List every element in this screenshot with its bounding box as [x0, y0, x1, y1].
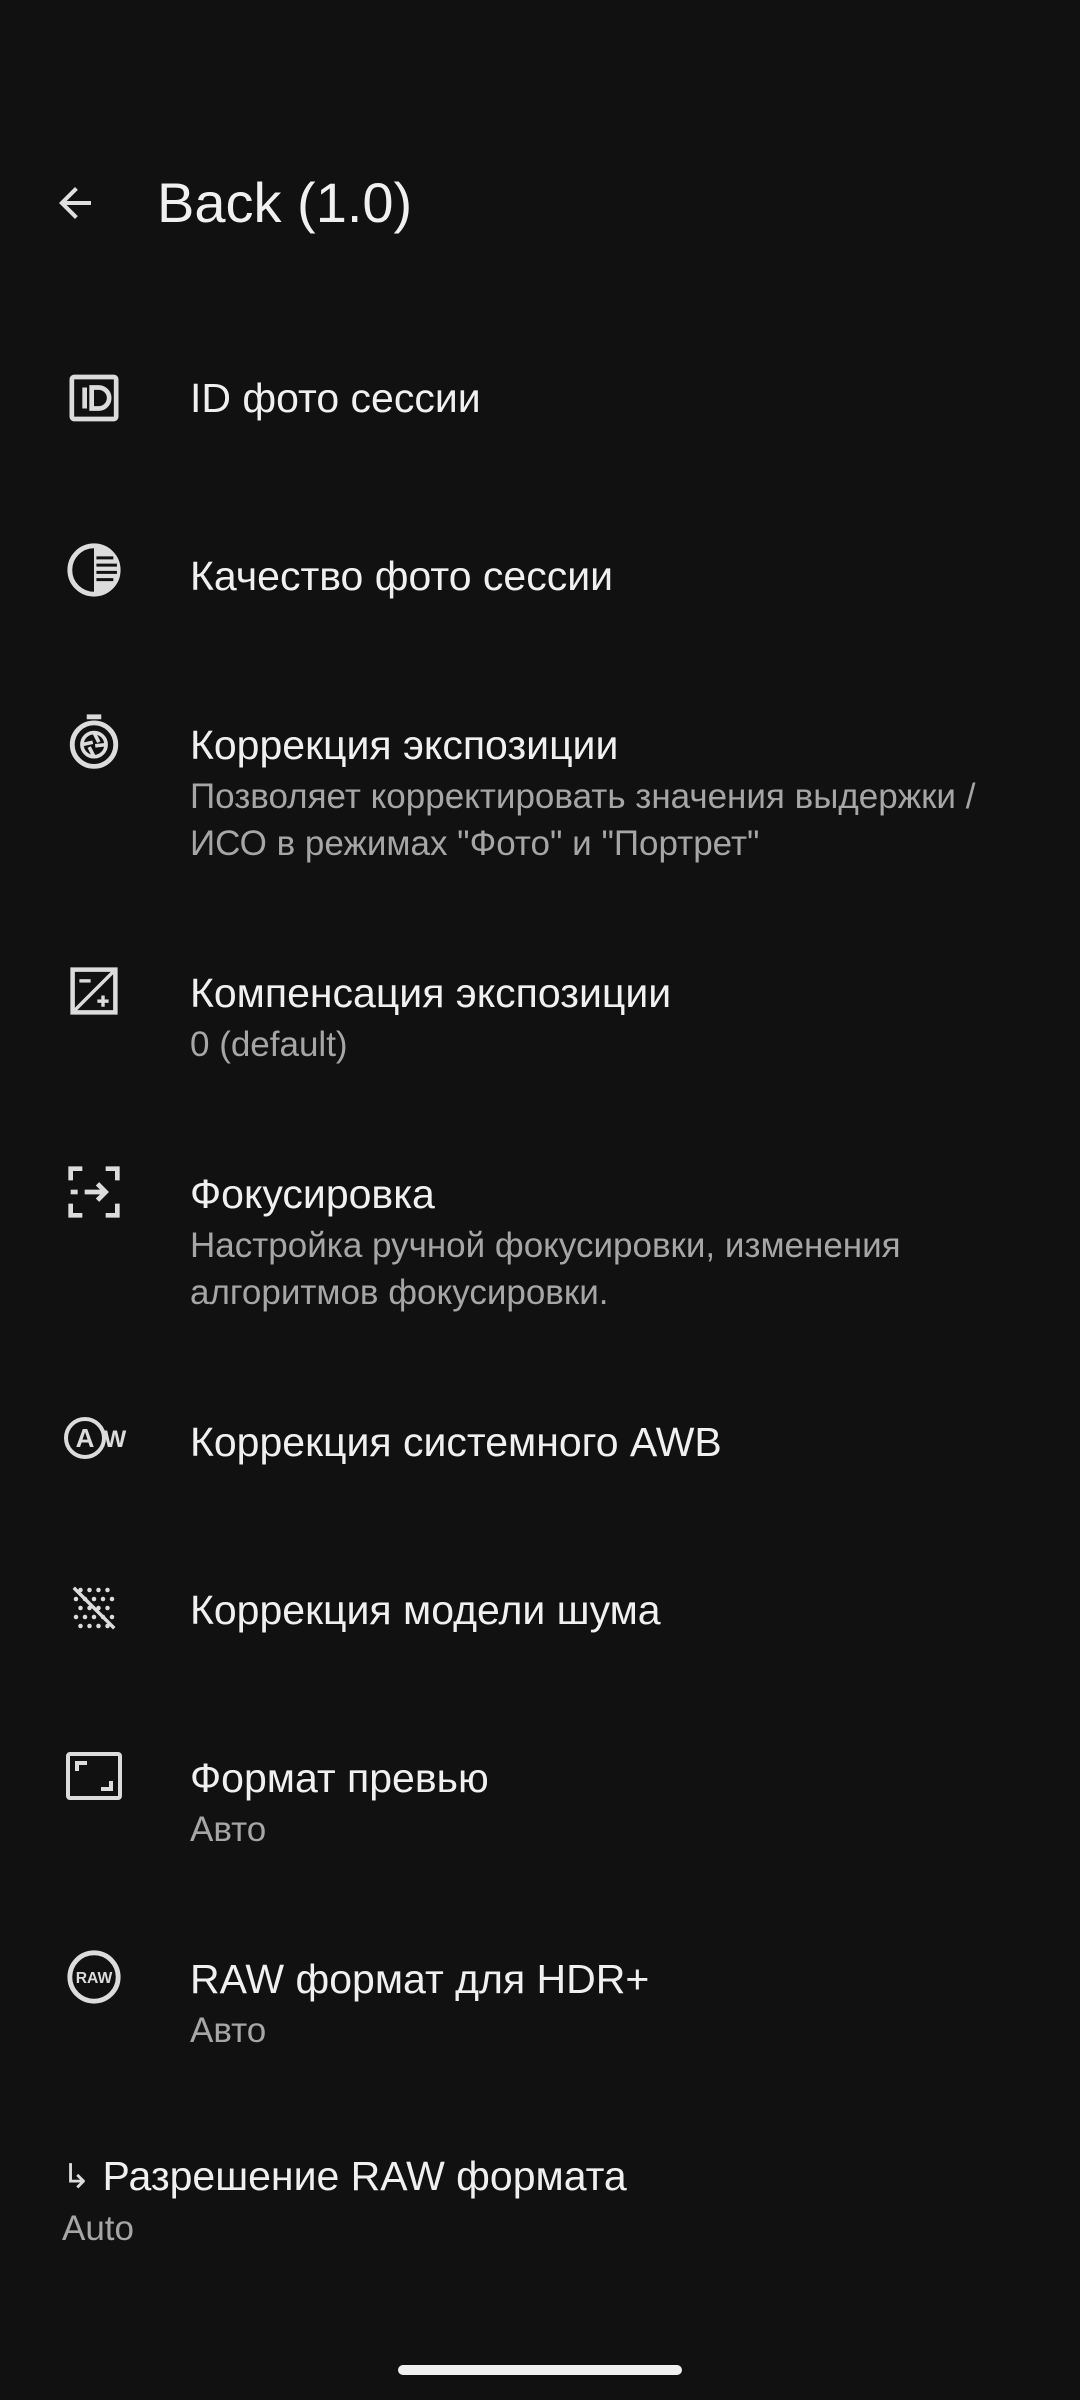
setting-label: Коррекция системного AWB [190, 1419, 722, 1465]
app-bar: Back (1.0) [0, 140, 1080, 270]
setting-summary: 0 (default) [190, 1025, 348, 1064]
svg-text:W: W [104, 1426, 127, 1453]
setting-label: Компенсация экспозиции [190, 970, 672, 1016]
setting-summary: Auto [62, 2209, 134, 2248]
setting-label: Фокусировка [190, 1171, 435, 1217]
back-button[interactable] [40, 168, 110, 238]
svg-text:RAW: RAW [76, 1970, 113, 1987]
awb-icon: A W [58, 1402, 138, 1474]
setting-summary: Настройка ручной фокусировки, изменения … [190, 1226, 901, 1312]
gesture-nav-handle[interactable] [398, 2365, 682, 2375]
setting-label: Качество фото сессии [190, 553, 613, 599]
exposure-icon [58, 955, 130, 1027]
subdirectory-arrow-icon: ↳ [62, 2158, 91, 2196]
preview-frame-icon [58, 1740, 130, 1812]
setting-label: Коррекция экспозиции [190, 722, 619, 768]
arrow-back-icon [59, 187, 91, 219]
shutter-timer-icon [58, 705, 130, 777]
setting-label: ID фото сессии [190, 375, 481, 421]
setting-label: RAW формат для HDR+ [190, 1956, 650, 2002]
noise-icon [58, 1572, 130, 1644]
raw-icon: RAW [58, 1941, 130, 2013]
setting-label: Разрешение RAW формата [102, 2153, 627, 2199]
svg-text:A: A [76, 1423, 95, 1453]
focus-icon [58, 1156, 130, 1228]
page-title: Back (1.0) [157, 171, 413, 234]
id-card-icon [58, 362, 130, 434]
setting-summary: Позволяет корректировать значения выдерж… [190, 777, 976, 863]
setting-summary: Авто [190, 2011, 267, 2050]
setting-summary: Авто [190, 1810, 267, 1849]
setting-label: Формат превью [190, 1755, 489, 1801]
setting-label: Коррекция модели шума [190, 1587, 661, 1633]
setting-item-raw-resolution[interactable]: ↳ Разрешение RAW формата Auto [62, 2150, 1052, 2252]
contrast-icon [58, 534, 130, 606]
